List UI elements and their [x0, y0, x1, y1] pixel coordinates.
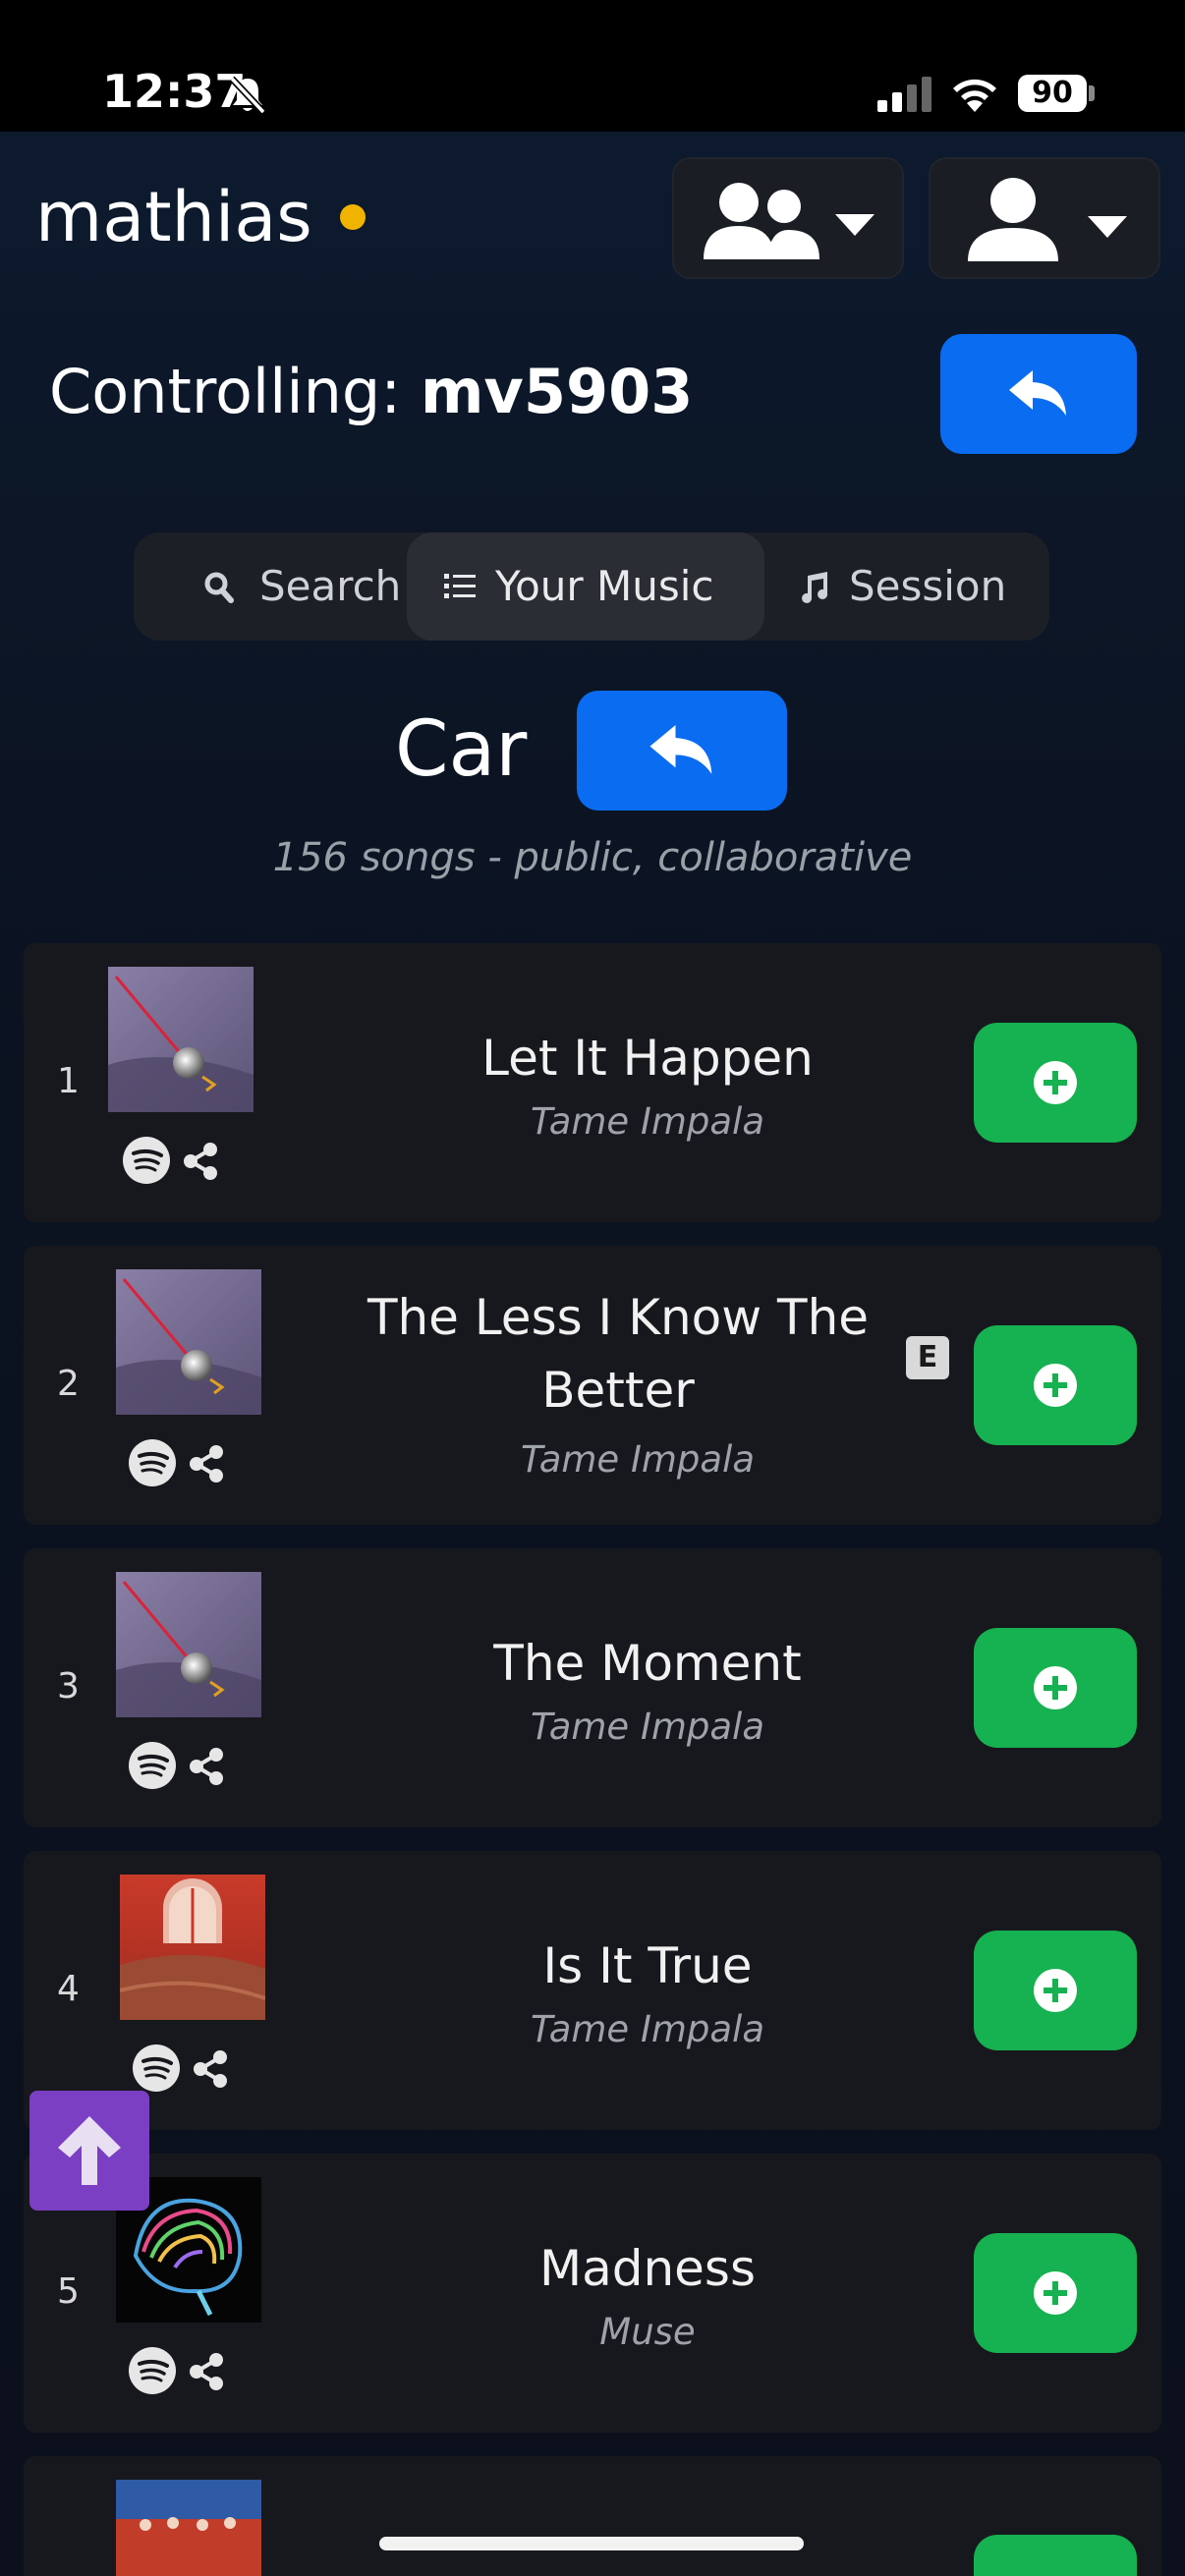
stop-controlling-button[interactable]	[940, 334, 1137, 454]
account-dropdown-button[interactable]	[929, 157, 1160, 279]
bell-muted-icon	[229, 76, 266, 115]
spotify-icon[interactable]	[122, 1136, 171, 1185]
track-title-line-1: The Less I Know The	[367, 1289, 870, 1346]
users-icon	[704, 183, 819, 259]
tab-bar: Search Your Music Session	[134, 532, 1049, 641]
add-to-queue-button[interactable]	[974, 1325, 1137, 1445]
track-artist: Muse	[599, 2311, 696, 2353]
arrow-up-icon	[58, 2116, 121, 2185]
track-artist: Tame Impala	[520, 1438, 756, 1481]
battery-indicator: 90	[1018, 75, 1087, 112]
caret-down-icon	[835, 214, 875, 236]
friends-dropdown-button[interactable]	[672, 157, 904, 279]
track-row[interactable]: 2 The Less I Know The Better Tame Impala…	[24, 1246, 1161, 1525]
playlist-meta: 156 songs - public, collaborative	[272, 835, 913, 880]
track-title: Is It True	[542, 1937, 753, 1994]
plus-circle-icon	[1034, 1061, 1077, 1104]
spotify-icon[interactable]	[128, 1438, 177, 1487]
album-cover	[120, 1875, 265, 2020]
caret-down-icon	[1088, 216, 1127, 238]
music-note-icon	[802, 572, 828, 603]
album-cover	[116, 1269, 261, 1415]
track-row[interactable]	[24, 2456, 1161, 2576]
home-indicator[interactable]	[379, 2537, 804, 2550]
wifi-icon	[953, 79, 996, 112]
scroll-to-top-button[interactable]	[29, 2091, 149, 2211]
tab-session[interactable]: Session	[794, 532, 1030, 641]
track-row[interactable]: 4 Is It True Tame Impala	[24, 1851, 1161, 2130]
tab-your-music-label: Your Music	[495, 562, 714, 610]
list-icon	[444, 574, 476, 598]
back-to-playlists-button[interactable]	[577, 691, 787, 811]
track-actions	[122, 1136, 240, 1185]
cellular-signal-icon	[877, 77, 931, 112]
controlled-device-name: mv5903	[420, 356, 694, 427]
plus-circle-icon	[1034, 1364, 1077, 1407]
share-icon[interactable]	[187, 2352, 226, 2391]
track-title-line-2: Better	[541, 1362, 695, 1419]
track-row[interactable]: 1 Let It Happen Tame Impala	[24, 943, 1161, 1222]
share-icon[interactable]	[191, 2049, 230, 2089]
track-number: 4	[57, 1969, 80, 2009]
album-cover	[108, 967, 254, 1112]
online-status-dot	[340, 204, 366, 230]
share-icon[interactable]	[187, 1444, 226, 1484]
spotify-icon[interactable]	[128, 2346, 177, 2395]
reply-icon	[1009, 370, 1066, 416]
status-bar: 12:37 90	[0, 0, 1185, 132]
add-to-queue-button[interactable]	[974, 1023, 1137, 1143]
track-number: 1	[57, 1061, 80, 1101]
add-to-queue-button[interactable]	[974, 1931, 1137, 2050]
controlling-prefix: Controlling:	[49, 356, 421, 427]
spotify-icon[interactable]	[132, 2044, 181, 2093]
track-number: 2	[57, 1364, 80, 1404]
tab-search-label: Search	[259, 562, 402, 610]
track-title: Madness	[538, 2240, 757, 2297]
tab-session-label: Session	[849, 562, 1007, 610]
album-cover	[116, 2480, 261, 2576]
share-icon[interactable]	[181, 1142, 220, 1181]
track-artist: Tame Impala	[530, 1706, 765, 1748]
album-cover	[116, 1572, 261, 1717]
track-artist: Tame Impala	[530, 2008, 765, 2050]
track-actions	[128, 2346, 246, 2395]
add-to-queue-button[interactable]	[974, 2233, 1137, 2353]
track-number: 3	[57, 1666, 80, 1707]
reply-icon	[649, 725, 712, 774]
add-to-queue-button[interactable]	[974, 1628, 1137, 1748]
controlling-label: Controlling: mv5903	[49, 356, 693, 427]
user-icon	[968, 178, 1058, 261]
search-icon	[204, 572, 234, 603]
track-row[interactable]: 3 The Moment Tame Impala	[24, 1548, 1161, 1827]
track-title: Let It Happen	[481, 1030, 814, 1087]
battery-tip	[1089, 85, 1095, 101]
tab-your-music[interactable]: Your Music	[407, 532, 764, 641]
status-time: 12:37	[102, 65, 247, 118]
plus-circle-icon	[1034, 2271, 1077, 2315]
plus-circle-icon	[1034, 1969, 1077, 2012]
track-number: 5	[57, 2271, 80, 2312]
spotify-icon[interactable]	[128, 1741, 177, 1790]
plus-circle-icon	[1034, 1666, 1077, 1709]
username: mathias	[35, 177, 312, 257]
share-icon[interactable]	[187, 1747, 226, 1786]
track-row[interactable]: 5 Madness Muse	[24, 2154, 1161, 2433]
track-actions	[128, 1741, 246, 1790]
tab-search[interactable]: Search	[169, 532, 401, 641]
track-artist: Tame Impala	[530, 1100, 765, 1143]
explicit-badge: E	[906, 1336, 949, 1379]
add-to-queue-button[interactable]	[974, 2535, 1137, 2576]
track-actions	[128, 1438, 246, 1487]
track-actions	[132, 2044, 250, 2093]
track-title: The Moment	[493, 1635, 802, 1692]
playlist-title: Car	[395, 705, 528, 794]
